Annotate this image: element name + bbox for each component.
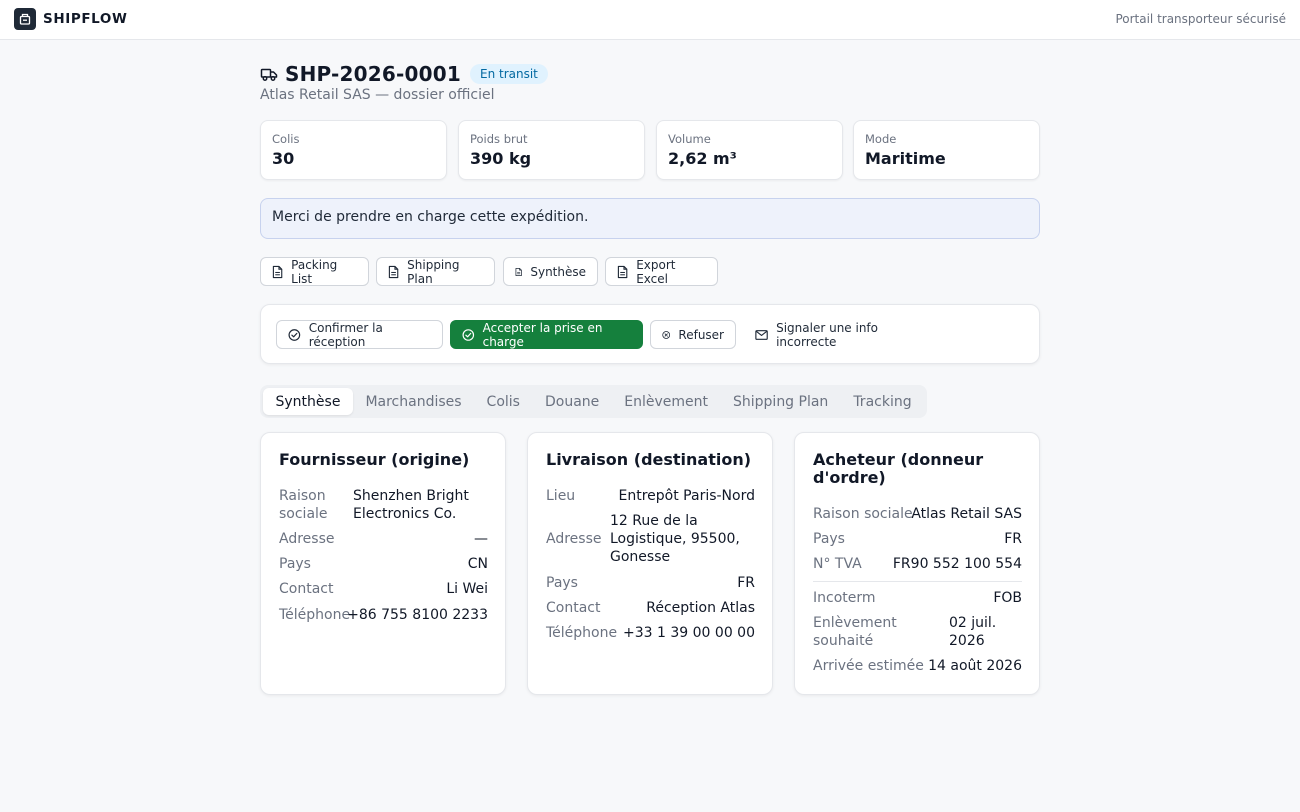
tab-colis[interactable]: Colis [474,388,532,415]
button-label: Shipping Plan [407,257,460,286]
metric-value: 2,62 m³ [668,149,737,168]
shipment-id: SHP-2026-0001 [285,62,461,86]
file-text-icon [388,265,399,278]
package-logo-icon [14,8,36,30]
field-value: 02 juil. 2026 [949,615,997,649]
field-value: FOB [993,590,1022,606]
button-label: Refuser [678,327,724,342]
field-value: 14 août 2026 [928,658,1022,674]
export-excel-button[interactable]: Export Excel [605,257,718,286]
field-value: — [474,531,488,547]
field-value: Réception Atlas [646,600,755,616]
refuse-button[interactable]: Refuser [650,320,736,349]
file-text-icon [617,265,628,278]
file-text-icon [272,265,283,278]
field-label: Raison sociale [813,506,913,522]
button-label: Accepter la prise en charge [482,320,603,349]
portal-label: Portail transporteur sécurisé [1115,12,1286,26]
metric-label: Volume [668,132,711,146]
field-address: Adresse 12 Rue de la Logistique, 95500, Go… [546,512,755,566]
metric-label: Mode [865,132,897,146]
button-label: Signaler une info incorrecte [776,320,878,349]
button-label: Packing List [291,257,338,286]
field-label: Contact [279,581,334,597]
button-label: Synthèse [530,264,586,279]
check-circle-icon [288,328,301,341]
field-value: FR90 552 100 554 [892,556,1022,572]
card-title: Fournisseur (origine) [279,450,470,469]
truck-icon [260,68,278,81]
synthese-button[interactable]: Synthèse [503,257,598,286]
tab-douane[interactable]: Douane [532,388,611,415]
action-panel: Confirmer la réception Accepter la prise… [260,304,1040,364]
tab-marchandises[interactable]: Marchandises [353,388,474,415]
tab-enlevement[interactable]: Enlèvement [612,388,721,415]
shipment-subtitle: Atlas Retail SAS — dossier officiel [260,87,495,103]
metric-value: Maritime [865,149,946,168]
metric-value: 30 [272,149,295,168]
field-label: Pays [279,556,311,572]
field-value: FR [737,575,755,591]
file-text-icon [515,267,522,276]
field-label: Contact [546,600,601,616]
shipping-plan-button[interactable]: Shipping Plan [376,257,495,286]
delivery-card: Livraison (destination) Lieu Entrepôt Pa… [527,432,773,695]
metric-card-colis: Colis 30 [260,120,447,180]
field-label: Pays [813,531,845,547]
brand-name: SHIPFLOW [43,11,128,27]
field-value: CN [467,556,488,572]
card-title: Acheteur (donneur d'ordre) [813,450,984,487]
field-label: Téléphone [546,625,618,641]
field-value: FR [1004,531,1022,547]
supplier-card: Fournisseur (origine) Raison sociale Shen… [260,432,506,695]
field-value: 12 Rue de la Logistique, 95500, Gonesse [610,513,740,565]
metric-card-mode: Mode Maritime [853,120,1040,180]
button-label: Confirmer la réception [308,320,383,349]
packing-list-button[interactable]: Packing List [260,257,369,286]
divider [813,581,1022,582]
shipment-title-row: SHP-2026-0001 En transit [260,62,548,86]
status-badge: En transit [469,64,548,84]
check-circle-icon [462,328,475,341]
field-label: Pays [546,575,578,591]
tab-tracking[interactable]: Tracking [841,388,924,415]
tab-bar: Synthèse Marchandises Colis Douane Enlèv… [260,385,928,418]
x-circle-icon [662,330,671,339]
field-label: Enlèvement souhaité [813,615,897,649]
metric-label: Colis [272,132,300,146]
field-label: Adresse [546,531,602,547]
field-value: Entrepôt Paris-Nord [618,488,755,504]
field-label: Lieu [546,488,576,504]
tab-synthese[interactable]: Synthèse [263,388,353,415]
card-title: Livraison (destination) [546,450,752,469]
metric-label: Poids brut [470,132,528,146]
field-label: Téléphone [279,607,351,623]
confirm-reception-button[interactable]: Confirmer la réception [276,320,443,349]
metric-card-volume: Volume 2,62 m³ [656,120,843,180]
info-message: Merci de prendre en charge cette expédit… [260,198,1040,239]
button-label: Export Excel [636,257,676,286]
field-label: N° TVA [813,556,862,572]
brand[interactable]: SHIPFLOW [14,8,127,30]
field-value: +86 755 8100 2233 [347,607,488,623]
metric-card-poids: Poids brut 390 kg [458,120,645,180]
buyer-card: Acheteur (donneur d'ordre) Raison sociale… [794,432,1040,695]
metric-value: 390 kg [470,149,532,168]
field-value: Shenzhen Bright Electronics Co. [353,488,469,522]
top-bar: SHIPFLOW Portail transporteur sécurisé [0,0,1300,40]
tab-shipping-plan[interactable]: Shipping Plan [721,388,841,415]
mail-icon [755,329,768,340]
report-incorrect-info-button[interactable]: Signaler une info incorrecte [743,320,933,349]
field-label: Raison sociale [279,488,328,522]
accept-charge-button[interactable]: Accepter la prise en charge [450,320,643,349]
field-company: Raison sociale Shenzhen Bright Electronics… [279,487,488,523]
field-value: +33 1 39 00 00 00 [623,625,755,641]
field-label: Arrivée estimée [813,658,924,674]
field-pickup: Enlèvement souhaité 02 juil. 2026 [813,614,1022,650]
field-value: Atlas Retail SAS [911,506,1022,522]
field-label: Adresse [279,531,335,547]
field-label: Incoterm [813,590,876,606]
field-value: Li Wei [446,581,488,597]
